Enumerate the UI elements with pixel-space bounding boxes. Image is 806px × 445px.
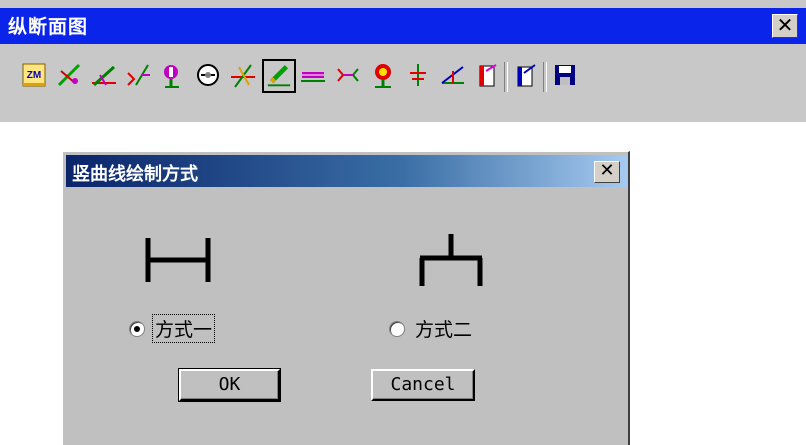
toolbar-title: 纵断面图 [8, 16, 89, 38]
diagonal-pencil-icon [57, 63, 81, 87]
level-cross-icon [410, 64, 426, 86]
save-disk-icon [555, 65, 575, 85]
circle-cross-button[interactable] [192, 59, 226, 93]
curve-point-button[interactable] [122, 59, 156, 93]
angle-grid-icon [231, 64, 255, 88]
ok-button[interactable]: OK [178, 368, 281, 402]
bridge-button[interactable] [297, 59, 331, 93]
mode-one-label: 方式一 [151, 314, 216, 343]
table-icon [479, 64, 497, 87]
radio-unselected-icon[interactable] [389, 320, 405, 337]
radio-selected-icon[interactable] [129, 320, 145, 337]
toolbar-close-button[interactable]: ✕ [772, 14, 798, 38]
zm-icon: ZM [22, 63, 46, 87]
dialog-titlebar[interactable]: 竖曲线绘制方式 ✕ [66, 155, 627, 187]
table-button[interactable] [472, 59, 506, 93]
dialog-close-button[interactable]: ✕ [594, 161, 620, 183]
mode-two-radio[interactable]: 方式二 [389, 315, 474, 342]
level-cross-button[interactable] [402, 59, 436, 93]
red-marker-icon [375, 64, 391, 88]
mode-one-radio[interactable]: 方式一 [129, 314, 216, 343]
vertical-curve-dialog: 竖曲线绘制方式 ✕ 方式一 方式二 OK Cancel [62, 151, 630, 445]
angle-line-icon [441, 66, 464, 84]
angle-grid-button[interactable] [227, 59, 261, 93]
angle-line-button[interactable] [437, 59, 471, 93]
dialog-title: 竖曲线绘制方式 [72, 164, 198, 185]
slope-grid-icon [92, 65, 116, 87]
slope-grid-button[interactable] [88, 59, 122, 93]
station-marker-icon [164, 65, 179, 88]
toolbar-window: 纵断面图 ✕ ZM [0, 0, 806, 122]
export-table-button[interactable] [510, 59, 544, 93]
station-marker-button[interactable] [157, 59, 191, 93]
toolbar-buttons: ZM [0, 59, 806, 99]
culvert-button[interactable] [332, 59, 366, 93]
cancel-button[interactable]: Cancel [371, 369, 475, 401]
save-button[interactable] [549, 59, 583, 93]
curve-point-icon [127, 64, 150, 86]
toolbar-separator [504, 62, 508, 92]
draw-curve-icon [267, 65, 291, 87]
mode-one-illustration-icon [145, 238, 211, 282]
red-marker-button[interactable] [367, 59, 401, 93]
toolbar-titlebar[interactable]: 纵断面图 ✕ [0, 8, 806, 44]
bridge-icon [301, 72, 325, 82]
draw-curve-button[interactable] [262, 59, 296, 93]
export-table-icon [517, 64, 536, 87]
mode-two-label: 方式二 [415, 319, 473, 341]
toolbar-separator-2 [543, 62, 547, 92]
culvert-icon [337, 68, 359, 82]
circle-cross-icon [197, 64, 219, 86]
mode-two-illustration-icon [419, 234, 483, 286]
zm-button[interactable]: ZM [18, 59, 52, 93]
svg-text:ZM: ZM [27, 70, 41, 81]
diagonal-pencil-button[interactable] [53, 59, 87, 93]
